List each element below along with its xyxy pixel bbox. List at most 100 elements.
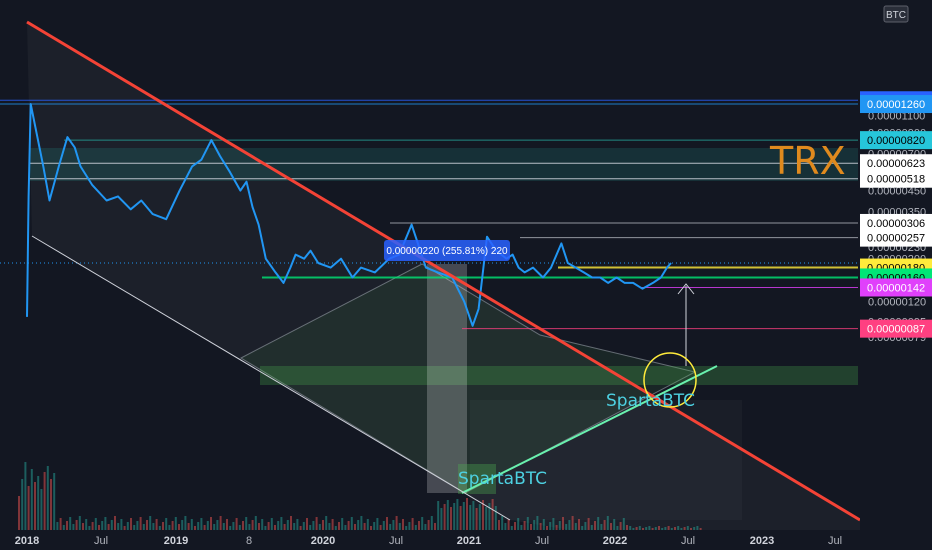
volume-bar: [581, 526, 584, 530]
x-tick-label: 2022: [603, 535, 627, 547]
volume-bar: [437, 501, 440, 530]
volume-bar: [594, 521, 596, 530]
volume-bar: [520, 525, 523, 530]
volume-bar: [293, 523, 296, 530]
volume-bar: [645, 527, 648, 530]
volume-bar: [674, 527, 676, 530]
volume-bar: [462, 502, 465, 530]
volume-bar: [296, 519, 299, 530]
volume-bar: [40, 489, 43, 530]
volume-bar: [75, 520, 78, 530]
volume-bar: [498, 520, 500, 530]
volume-bar: [632, 528, 635, 530]
measure-label: 0.00000220 (255.81%) 220: [386, 246, 508, 257]
volume-bar: [270, 518, 273, 530]
volume-bar: [587, 518, 590, 530]
volume-bar: [392, 520, 395, 530]
volume-bar: [536, 516, 539, 530]
volume-bar: [123, 526, 126, 530]
volume-bar: [379, 525, 382, 530]
watermark-bottom: SpartaBTC: [458, 469, 547, 489]
x-tick-label: 2021: [457, 535, 481, 547]
volume-bar: [584, 522, 587, 530]
volume-bar: [539, 523, 542, 530]
volume-bar: [414, 525, 417, 530]
price-tag: 0.00001260: [867, 99, 925, 111]
volume-bar: [690, 528, 692, 530]
volume-bar: [606, 516, 609, 530]
volume-bar: [232, 522, 235, 530]
volume-bar: [98, 525, 100, 530]
volume-bar: [382, 521, 385, 530]
volume-bar: [178, 524, 180, 530]
volume-bar: [638, 526, 641, 530]
volume-bar: [610, 523, 612, 530]
volume-bar: [574, 523, 577, 530]
volume-bar: [475, 508, 478, 530]
volume-bar: [248, 524, 251, 530]
volume-bar: [280, 517, 283, 530]
volume-bar: [114, 516, 116, 530]
volume-bar: [373, 522, 376, 530]
volume-bar: [136, 521, 139, 530]
volume-bar: [590, 525, 593, 530]
volume-bar: [126, 522, 129, 530]
volume-bar: [59, 518, 62, 530]
volume-bar: [466, 498, 468, 530]
volume-bar: [357, 520, 360, 530]
volume-bar: [216, 520, 219, 530]
volume-bar: [171, 521, 174, 530]
volume-bar: [242, 521, 244, 530]
volume-bar: [43, 472, 46, 530]
supply-zone: [30, 148, 858, 181]
volume-bar: [165, 518, 168, 530]
volume-bar: [450, 507, 452, 530]
volume-bar: [478, 504, 481, 530]
volume-bar: [376, 518, 379, 530]
volume-bar: [664, 527, 667, 530]
volume-bar: [693, 527, 696, 530]
volume-bar: [661, 528, 664, 530]
volume-bar: [626, 525, 628, 530]
volume-bar: [187, 523, 190, 530]
volume-bar: [549, 522, 552, 530]
x-tick-label: Jul: [94, 535, 108, 547]
volume-bar: [568, 520, 571, 530]
volume-bar: [331, 519, 334, 530]
volume-bar: [402, 519, 404, 530]
x-tick-label: Jul: [535, 535, 549, 547]
volume-bar: [34, 482, 36, 530]
x-tick-label: 2020: [311, 535, 335, 547]
volume-bar: [72, 524, 75, 530]
volume-bar: [370, 526, 372, 530]
volume-bar: [603, 520, 606, 530]
volume-bar: [427, 520, 430, 530]
volume-bar: [347, 521, 350, 530]
volume-bar: [434, 523, 436, 530]
x-tick-label: 2019: [164, 535, 188, 547]
volume-bar: [78, 516, 81, 530]
x-tick-label: 2023: [750, 535, 774, 547]
volume-bar: [258, 523, 260, 530]
volume-bar: [386, 517, 388, 530]
volume-bar: [533, 520, 536, 530]
x-tick-label: 2018: [15, 535, 39, 547]
volume-bar: [302, 522, 305, 530]
volume-bar: [37, 476, 40, 530]
volume-bar: [200, 518, 203, 530]
volume-bar: [699, 528, 702, 530]
volume-bar: [174, 517, 177, 530]
volume-bar: [494, 506, 497, 530]
volume-bar: [542, 519, 545, 530]
volume-bar: [309, 525, 312, 530]
volume-bar: [222, 523, 225, 530]
trx-btc-chart[interactable]: SpartaBTC SpartaBTC TRX 0.00000220 (255.81%…: [0, 0, 932, 550]
currency-badge: BTC: [886, 10, 906, 21]
volume-bar: [226, 519, 228, 530]
volume-bar: [283, 524, 286, 530]
volume-bar: [219, 516, 222, 530]
volume-bar: [686, 526, 689, 530]
volume-bar: [120, 519, 123, 530]
volume-bar: [363, 523, 366, 530]
volume-bar: [453, 503, 456, 530]
